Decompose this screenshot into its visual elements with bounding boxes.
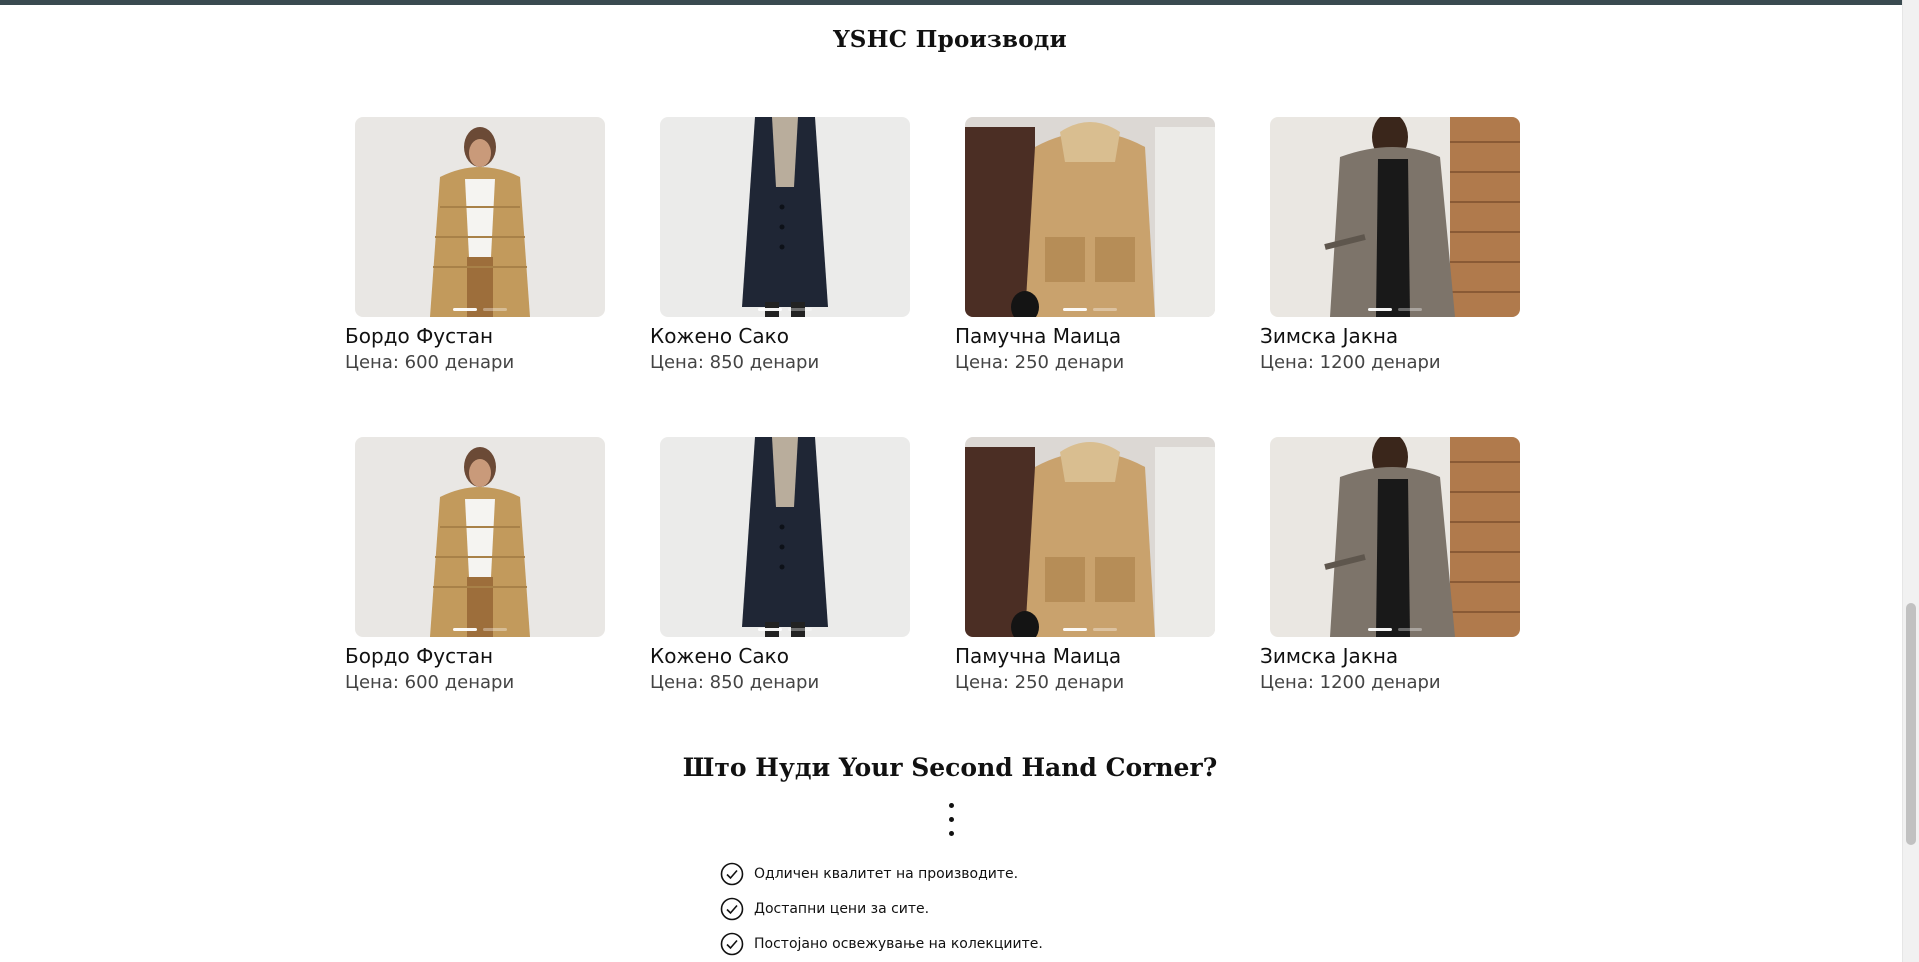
carousel-dot[interactable]	[788, 308, 812, 311]
carousel-dot[interactable]	[1093, 308, 1117, 311]
image-carousel-dots[interactable]	[1270, 628, 1520, 631]
carousel-dot[interactable]	[1063, 628, 1087, 631]
product-name[interactable]: Памучна Маица	[955, 324, 1121, 348]
check-circle-icon	[720, 897, 744, 920]
product-price: Цена: 600 денари	[345, 352, 515, 373]
product-price: Цена: 250 денари	[955, 352, 1125, 373]
feature-item: Одличен квалитет на производите.	[720, 856, 1043, 891]
carousel-dot[interactable]	[1398, 628, 1422, 631]
carousel-dot[interactable]	[453, 308, 477, 311]
product-card[interactable]: Зимска Јакна Цена: 1200 денари	[1260, 117, 1565, 437]
carousel-dot[interactable]	[1368, 308, 1392, 311]
product-image[interactable]	[965, 437, 1215, 637]
feature-text: Достапни цени за сите.	[754, 900, 930, 917]
offer-section-title: Што Нуди Your Second Hand Corner?	[682, 753, 1218, 782]
product-price: Цена: 850 денари	[650, 672, 820, 693]
product-name[interactable]: Бордо Фустан	[345, 644, 493, 668]
image-carousel-dots[interactable]	[1270, 308, 1520, 311]
product-card[interactable]: Памучна Маица Цена: 250 денари	[955, 117, 1260, 437]
product-image[interactable]	[1270, 437, 1520, 637]
product-image[interactable]	[660, 117, 910, 317]
carousel-dot[interactable]	[1063, 308, 1087, 311]
product-card[interactable]: Бордо Фустан Цена: 600 денари	[345, 117, 650, 437]
carousel-dot[interactable]	[453, 628, 477, 631]
image-carousel-dots[interactable]	[965, 308, 1215, 311]
feature-text: Постојано освежување на колекциите.	[754, 935, 1043, 952]
product-name[interactable]: Памучна Маица	[955, 644, 1121, 668]
product-grid: Бордо Фустан Цена: 600 денари Кожено Сак…	[345, 117, 1565, 757]
feature-item: Достапни цени за сите.	[720, 891, 1043, 926]
feature-item: Постојано освежување на колекциите.	[720, 926, 1043, 961]
product-image[interactable]	[355, 437, 605, 637]
product-image[interactable]	[355, 117, 605, 317]
carousel-dot[interactable]	[1093, 628, 1117, 631]
page-scrollbar[interactable]	[1902, 0, 1919, 962]
products-section-title: YSHC Производи	[833, 26, 1067, 53]
feature-text: Одличен квалитет на производите.	[754, 865, 1019, 882]
vertical-dots-icon	[949, 803, 955, 845]
product-price: Цена: 600 денари	[345, 672, 515, 693]
carousel-dot[interactable]	[758, 308, 782, 311]
check-circle-icon	[720, 932, 744, 955]
top-accent-bar	[0, 0, 1919, 5]
product-card[interactable]: Кожено Сако Цена: 850 денари	[650, 437, 955, 757]
product-price: Цена: 850 денари	[650, 352, 820, 373]
image-carousel-dots[interactable]	[965, 628, 1215, 631]
product-name[interactable]: Кожено Сако	[650, 644, 789, 668]
product-card[interactable]: Памучна Маица Цена: 250 денари	[955, 437, 1260, 757]
product-card[interactable]: Кожено Сако Цена: 850 денари	[650, 117, 955, 437]
carousel-dot[interactable]	[1368, 628, 1392, 631]
scrollbar-thumb[interactable]	[1906, 603, 1916, 845]
product-image[interactable]	[1270, 117, 1520, 317]
carousel-dot[interactable]	[758, 628, 782, 631]
carousel-dot[interactable]	[788, 628, 812, 631]
carousel-dot[interactable]	[483, 308, 507, 311]
feature-list: Одличен квалитет на производите. Достапн…	[720, 856, 1043, 961]
carousel-dot[interactable]	[483, 628, 507, 631]
product-name[interactable]: Зимска Јакна	[1260, 324, 1398, 348]
product-price: Цена: 250 денари	[955, 672, 1125, 693]
image-carousel-dots[interactable]	[355, 628, 605, 631]
product-row: Бордо Фустан Цена: 600 денари Кожено Сак…	[345, 437, 1565, 757]
product-card[interactable]: Зимска Јакна Цена: 1200 денари	[1260, 437, 1565, 757]
check-circle-icon	[720, 862, 744, 885]
product-card[interactable]: Бордо Фустан Цена: 600 денари	[345, 437, 650, 757]
image-carousel-dots[interactable]	[660, 628, 910, 631]
image-carousel-dots[interactable]	[355, 308, 605, 311]
carousel-dot[interactable]	[1398, 308, 1422, 311]
product-name[interactable]: Зимска Јакна	[1260, 644, 1398, 668]
product-name[interactable]: Кожено Сако	[650, 324, 789, 348]
product-price: Цена: 1200 денари	[1260, 672, 1441, 693]
product-image[interactable]	[660, 437, 910, 637]
product-image[interactable]	[965, 117, 1215, 317]
product-row: Бордо Фустан Цена: 600 денари Кожено Сак…	[345, 117, 1565, 437]
product-price: Цена: 1200 денари	[1260, 352, 1441, 373]
image-carousel-dots[interactable]	[660, 308, 910, 311]
product-name[interactable]: Бордо Фустан	[345, 324, 493, 348]
